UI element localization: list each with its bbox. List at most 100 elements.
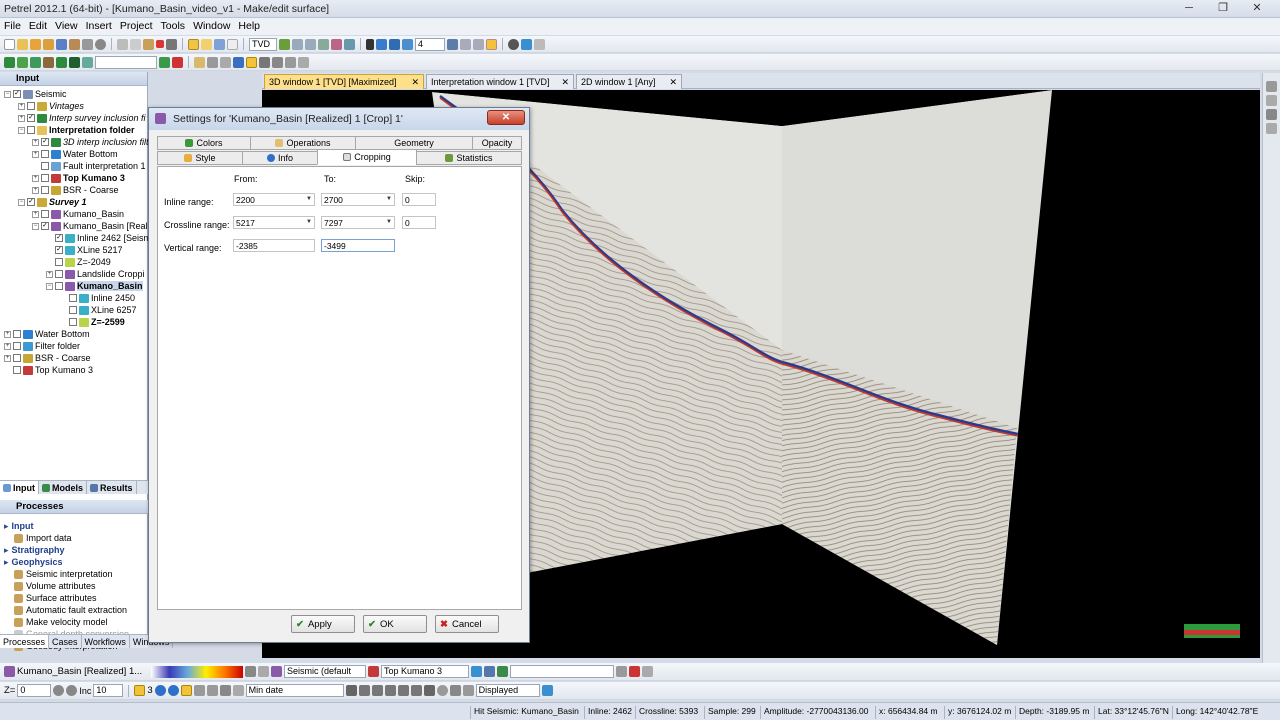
tab-cropping[interactable]: Cropping [317,149,417,165]
next-icon[interactable] [410,685,422,696]
legend-icon[interactable] [447,38,458,50]
polygon-tool-icon[interactable] [232,685,244,696]
redo-icon[interactable] [258,666,269,677]
visibility-checkbox[interactable]: ✓ [41,222,49,230]
delete-icon[interactable] [629,666,640,677]
print-icon[interactable] [82,38,93,50]
page-icon[interactable] [227,38,238,50]
expand-icon[interactable]: − [46,282,53,290]
visibility-checkbox[interactable] [13,330,21,338]
tab-results[interactable]: Results [87,481,137,494]
process-item[interactable]: ▸ Geophysics [4,556,63,568]
visibility-checkbox[interactable] [27,126,35,134]
layout-icon[interactable] [534,38,545,50]
save-icon[interactable] [56,38,67,50]
crossline-skip-input[interactable]: 0 [402,216,436,229]
stop-icon[interactable] [172,56,183,68]
menu-window[interactable]: Window [189,18,234,34]
visibility-checkbox[interactable] [41,186,49,194]
date-select[interactable]: Min date [245,684,344,697]
visibility-checkbox[interactable] [55,270,63,278]
tab-input[interactable]: Input [0,481,39,494]
visibility-checkbox[interactable]: ✓ [27,198,35,206]
brush-icon[interactable] [193,685,205,696]
pick-icon[interactable] [486,38,497,50]
menu-edit[interactable]: Edit [25,18,51,34]
tree-item[interactable]: + BSR - Coarse [32,184,119,196]
attribute-select[interactable] [510,665,614,678]
menu-file[interactable]: File [0,18,25,34]
inline-from-select[interactable]: 2200 [233,193,315,206]
prev-icon[interactable] [358,685,370,696]
cut-icon[interactable] [117,38,128,50]
eraser-icon[interactable] [206,685,218,696]
visibility-checkbox[interactable]: ✓ [41,138,49,146]
horizon-select[interactable]: Top Kumano 3 [381,665,469,678]
pick-tool-icon[interactable] [471,666,482,677]
tab-opacity[interactable]: Opacity [472,136,522,150]
delete-icon[interactable] [156,40,164,48]
measure-icon[interactable] [272,56,283,68]
tree-item[interactable]: + Water Bottom [32,148,118,160]
tree-item[interactable]: − ✓ Kumano_Basin [Real [32,220,148,232]
expand-icon[interactable]: + [46,270,53,278]
hand-icon[interactable] [194,56,205,68]
settings-icon[interactable] [95,38,106,50]
tree-item[interactable]: + Top Kumano 3 [32,172,125,184]
rewind-icon[interactable] [371,685,383,696]
link-icon[interactable] [376,38,387,50]
process-item[interactable]: Make velocity model [14,616,108,628]
grid-icon[interactable] [214,38,225,50]
globe-icon[interactable] [508,38,519,50]
cross-icon[interactable] [366,38,374,50]
expand-icon[interactable]: + [4,354,11,362]
visibility-checkbox[interactable] [27,102,35,110]
pointer-icon[interactable] [246,56,257,68]
apply-button[interactable]: ✔ Apply [291,615,355,633]
cube-icon[interactable] [402,38,413,50]
tab-2d-window[interactable]: 2D window 1 [Any] ✕ [576,74,682,89]
rotate-icon[interactable] [318,38,329,50]
copy-icon[interactable] [130,38,141,50]
player-icon[interactable] [134,685,146,696]
filter-icon[interactable] [82,56,93,68]
expand-icon[interactable]: + [32,186,39,194]
autotrack-icon[interactable] [497,666,508,677]
tab-processes[interactable]: Processes [0,635,50,648]
interpolate-icon[interactable] [180,685,192,696]
play-icon[interactable] [397,685,409,696]
visibility-checkbox[interactable] [69,318,77,326]
tree-item[interactable]: Inline 2450 [60,292,135,304]
volume-icon[interactable] [56,56,67,68]
visibility-checkbox[interactable] [13,354,21,362]
visibility-checkbox[interactable]: ✓ [55,246,63,254]
axis-icon[interactable] [460,38,471,50]
fault-tool-icon[interactable] [219,685,231,696]
domain-select[interactable]: TVD [249,37,277,51]
close-icon[interactable]: ✕ [561,77,569,88]
loop-play-icon[interactable] [436,685,448,696]
tree-item[interactable]: + Water Bottom [4,328,90,340]
tab-statistics[interactable]: Statistics [416,151,522,165]
menu-project[interactable]: Project [116,18,157,34]
vertical-from-input[interactable]: -2385 [233,239,315,252]
visibility-checkbox[interactable] [69,306,77,314]
undo-icon[interactable] [245,666,256,677]
settings-icon[interactable] [449,685,461,696]
record-icon[interactable] [462,685,474,696]
expand-icon[interactable]: + [4,330,11,338]
vertical-to-input[interactable]: -3499 [321,239,395,252]
tab-colors[interactable]: Colors [157,136,251,150]
tree-item[interactable]: + ✓ 3D interp inclusion filt [32,136,149,148]
close-icon[interactable]: ✕ [411,77,419,88]
menu-help[interactable]: Help [234,18,264,34]
draw-icon[interactable] [285,56,296,68]
visibility-checkbox[interactable] [41,162,49,170]
view-tool-icon[interactable] [1266,95,1277,106]
window-tool-icon[interactable] [188,38,199,50]
tree-item[interactable]: ✓ Inline 2462 [Seism [46,232,151,244]
expand-icon[interactable]: − [32,222,39,230]
process-item[interactable]: Automatic fault extraction [14,604,127,616]
tree-item[interactable]: + BSR - Coarse [4,352,91,364]
tree-item[interactable]: XLine 6257 [60,304,137,316]
